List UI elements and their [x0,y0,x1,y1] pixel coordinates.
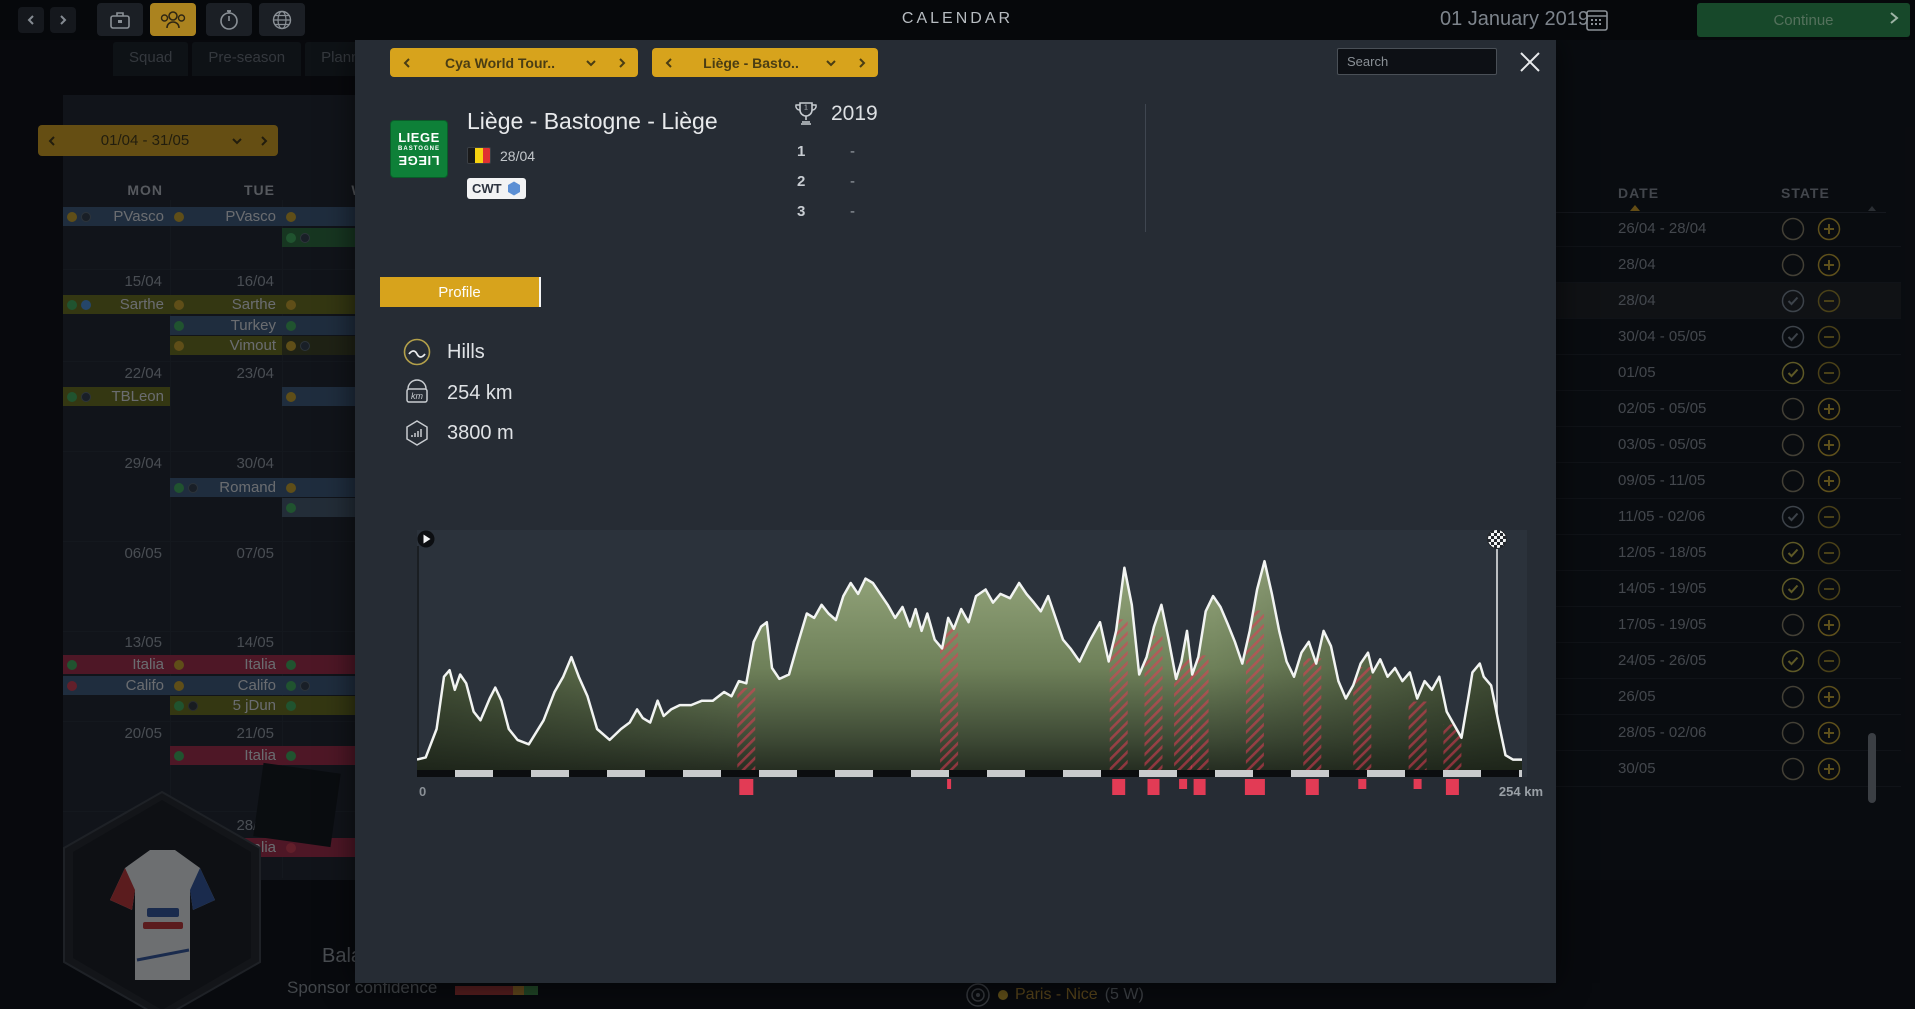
chevron-right-icon [1888,11,1900,29]
distance-stat: km 254 km [403,379,513,407]
chart-x-start-label: 0 [419,784,426,799]
chevron-right-icon[interactable] [606,57,638,69]
division-code: CWT [472,181,502,196]
terrain-value: Hills [447,341,485,364]
race-dropdown-label: Liège - Basto.. [686,55,816,71]
season-year: 2019 [831,102,878,126]
finish-marker-icon[interactable] [1488,530,1507,549]
top-bar: CALENDAR 01 January 2019 Continue [0,0,1915,40]
division-dropdown[interactable]: Cya World Tour.. [390,48,638,77]
standing-row: 1- [797,143,805,160]
search-input[interactable] [1337,48,1497,75]
distance-value: 254 km [447,382,513,405]
elevation-stat: 3800 m [403,419,514,447]
app-screen: { "colors":{"accent":"#d7a31c","continue… [0,0,1915,1009]
elevation-profile-chart: 0 254 km [417,530,1547,820]
chevron-right-icon[interactable] [846,57,878,69]
terrain-stat: Hills [403,338,485,366]
elevation-icon [403,419,431,447]
tab-profile[interactable]: Profile [380,277,541,307]
svg-text:km: km [411,391,424,401]
game-date: 01 January 2019 [1440,8,1589,31]
logo-line: BASTOGNE [398,146,440,152]
logo-line: LIEGE [398,130,440,145]
chevron-down-icon[interactable] [576,57,606,69]
page-title: CALENDAR [0,10,1915,28]
hills-icon [403,338,431,366]
chart-x-end-label: 254 km [1499,784,1543,799]
divider [1145,104,1146,232]
race-dropdown[interactable]: Liège - Basto.. [652,48,878,77]
standing-row: 2- [797,173,805,190]
start-marker-icon[interactable] [418,531,435,548]
division-dropdown-label: Cya World Tour.. [424,55,576,71]
shield-icon [507,181,521,196]
logo-line: LIEGE [398,153,440,168]
distance-icon: km [403,379,431,407]
chevron-left-icon[interactable] [652,57,686,69]
trophy-icon: 1 [793,100,819,128]
calendar-icon[interactable] [1584,7,1610,38]
belgium-flag-icon [467,147,491,164]
chevron-left-icon[interactable] [390,57,424,69]
division-badge: CWT [467,178,526,199]
chevron-down-icon[interactable] [816,57,846,69]
race-date: 28/04 [500,148,535,164]
distance-bar [417,770,1522,777]
race-title: Liège - Bastogne - Liège [467,108,718,135]
race-logo: LIEGE BASTOGNE LIEGE [390,120,448,178]
elevation-value: 3800 m [447,422,514,445]
continue-button[interactable]: Continue [1697,3,1910,37]
profile-chart-svg: 0 254 km [417,530,1547,820]
close-icon [1516,48,1544,76]
close-button[interactable] [1513,45,1547,79]
continue-label: Continue [1773,12,1833,29]
svg-text:1: 1 [804,105,808,112]
race-details-modal: Cya World Tour.. Liège - Basto.. LIEGE B… [355,40,1556,983]
standing-row: 3- [797,203,805,220]
